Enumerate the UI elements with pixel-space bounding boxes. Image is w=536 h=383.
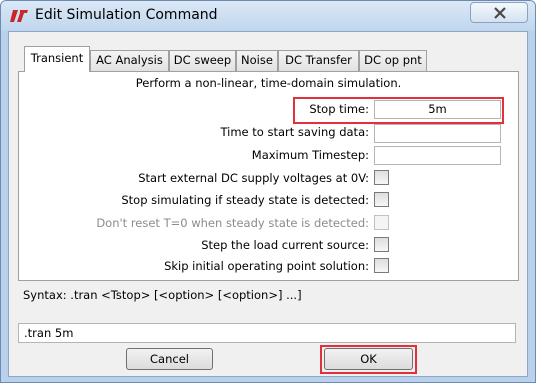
- transient-panel: Perform a non-linear, time-domain simula…: [18, 71, 519, 281]
- dialog-client: Transient AC Analysis DC sweep Noise DC …: [8, 31, 528, 377]
- step-load-current-checkbox[interactable]: [374, 237, 389, 252]
- stop-time-label: Stop time:: [309, 102, 369, 116]
- stop-time-input[interactable]: 5m: [374, 100, 501, 119]
- skip-op-point-checkbox[interactable]: [374, 258, 389, 273]
- tab-dc-sweep[interactable]: DC sweep: [169, 50, 236, 71]
- tab-dc-transfer[interactable]: DC Transfer: [278, 50, 359, 71]
- title-bar[interactable]: Edit Simulation Command: [1, 1, 535, 31]
- start-saving-input[interactable]: [374, 124, 501, 143]
- no-reset-t0-label: Don't reset T=0 when steady state is det…: [96, 216, 369, 230]
- ltspice-logo-icon: [9, 8, 29, 24]
- max-timestep-input[interactable]: [374, 146, 501, 165]
- command-line-input[interactable]: .tran 5m: [18, 323, 516, 343]
- window-title: Edit Simulation Command: [35, 7, 218, 23]
- close-icon: [494, 7, 506, 19]
- syntax-text: Syntax: .tran <Tstop> [<option> [<option…: [23, 288, 302, 302]
- tab-ac-analysis[interactable]: AC Analysis: [90, 50, 169, 71]
- skip-op-point-label: Skip initial operating point solution:: [164, 259, 369, 273]
- step-load-current-label: Step the load current source:: [201, 238, 369, 252]
- cancel-button[interactable]: Cancel: [126, 348, 213, 370]
- panel-description: Perform a non-linear, time-domain simula…: [135, 76, 402, 90]
- ok-button[interactable]: OK: [324, 348, 413, 370]
- steady-state-stop-label: Stop simulating if steady state is detec…: [121, 193, 369, 207]
- tab-noise[interactable]: Noise: [236, 50, 278, 71]
- dc-supply-zero-label: Start external DC supply voltages at 0V:: [138, 171, 369, 185]
- no-reset-t0-checkbox[interactable]: [374, 215, 389, 230]
- steady-state-stop-checkbox[interactable]: [374, 192, 389, 207]
- tab-transient[interactable]: Transient: [24, 46, 90, 72]
- close-button[interactable]: [470, 2, 528, 23]
- tab-dc-op-pnt[interactable]: DC op pnt: [359, 50, 427, 71]
- max-timestep-label: Maximum Timestep:: [251, 148, 369, 162]
- start-saving-label: Time to start saving data:: [220, 125, 369, 139]
- dialog-window: Edit Simulation Command Transient AC Ana…: [0, 0, 536, 383]
- dc-supply-zero-checkbox[interactable]: [374, 170, 389, 185]
